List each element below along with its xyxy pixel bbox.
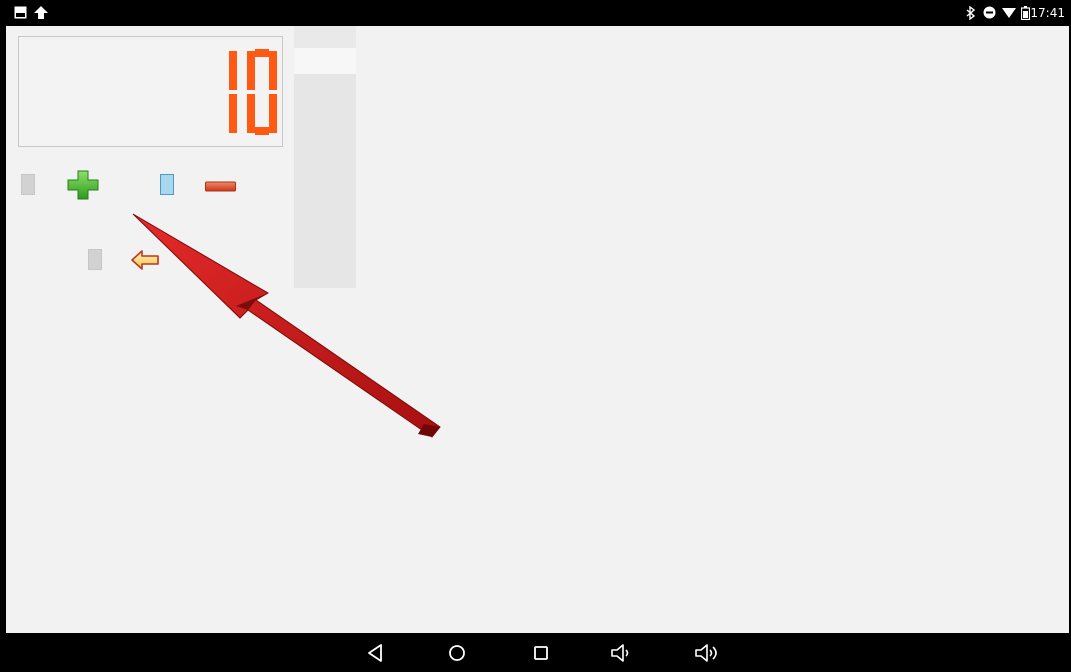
back-arrow-icon[interactable] [131, 249, 161, 275]
battery-icon [1020, 6, 1031, 24]
minus-icon[interactable] [205, 178, 236, 197]
home-nav-icon[interactable] [445, 642, 471, 664]
upload-icon [34, 6, 48, 24]
plus-icon[interactable] [67, 170, 99, 204]
side-panel-header [294, 26, 356, 48]
wifi-icon [1002, 6, 1016, 23]
image-icon [14, 6, 27, 23]
digit-segment [247, 51, 255, 90]
back-toggle[interactable] [88, 249, 102, 270]
side-panel[interactable] [294, 26, 356, 288]
digit-segment [255, 49, 269, 57]
digit-segment [255, 127, 269, 135]
digit-segment [247, 94, 255, 133]
bluetooth-icon [966, 5, 976, 24]
recents-nav-icon[interactable] [529, 642, 555, 664]
increment-toggle[interactable] [21, 174, 35, 195]
volume-up-icon[interactable] [693, 642, 719, 664]
volume-down-icon[interactable] [609, 642, 635, 664]
digit-segment [229, 51, 237, 90]
digit-segment [229, 94, 237, 133]
navigation-bar [0, 633, 1071, 672]
seven-segment-digits [229, 49, 277, 135]
decrement-toggle[interactable] [160, 174, 174, 195]
status-bar: 17:41 [0, 0, 1071, 26]
back-nav-icon[interactable] [364, 642, 390, 664]
do-not-disturb-icon [983, 6, 996, 23]
digit-segment [269, 94, 277, 133]
clock: 17:41 [1030, 6, 1065, 20]
counter-display: 10 [18, 36, 283, 147]
digit-segment [269, 51, 277, 90]
side-panel-selected-item[interactable] [294, 48, 356, 74]
screen-frame-left [0, 0, 6, 672]
